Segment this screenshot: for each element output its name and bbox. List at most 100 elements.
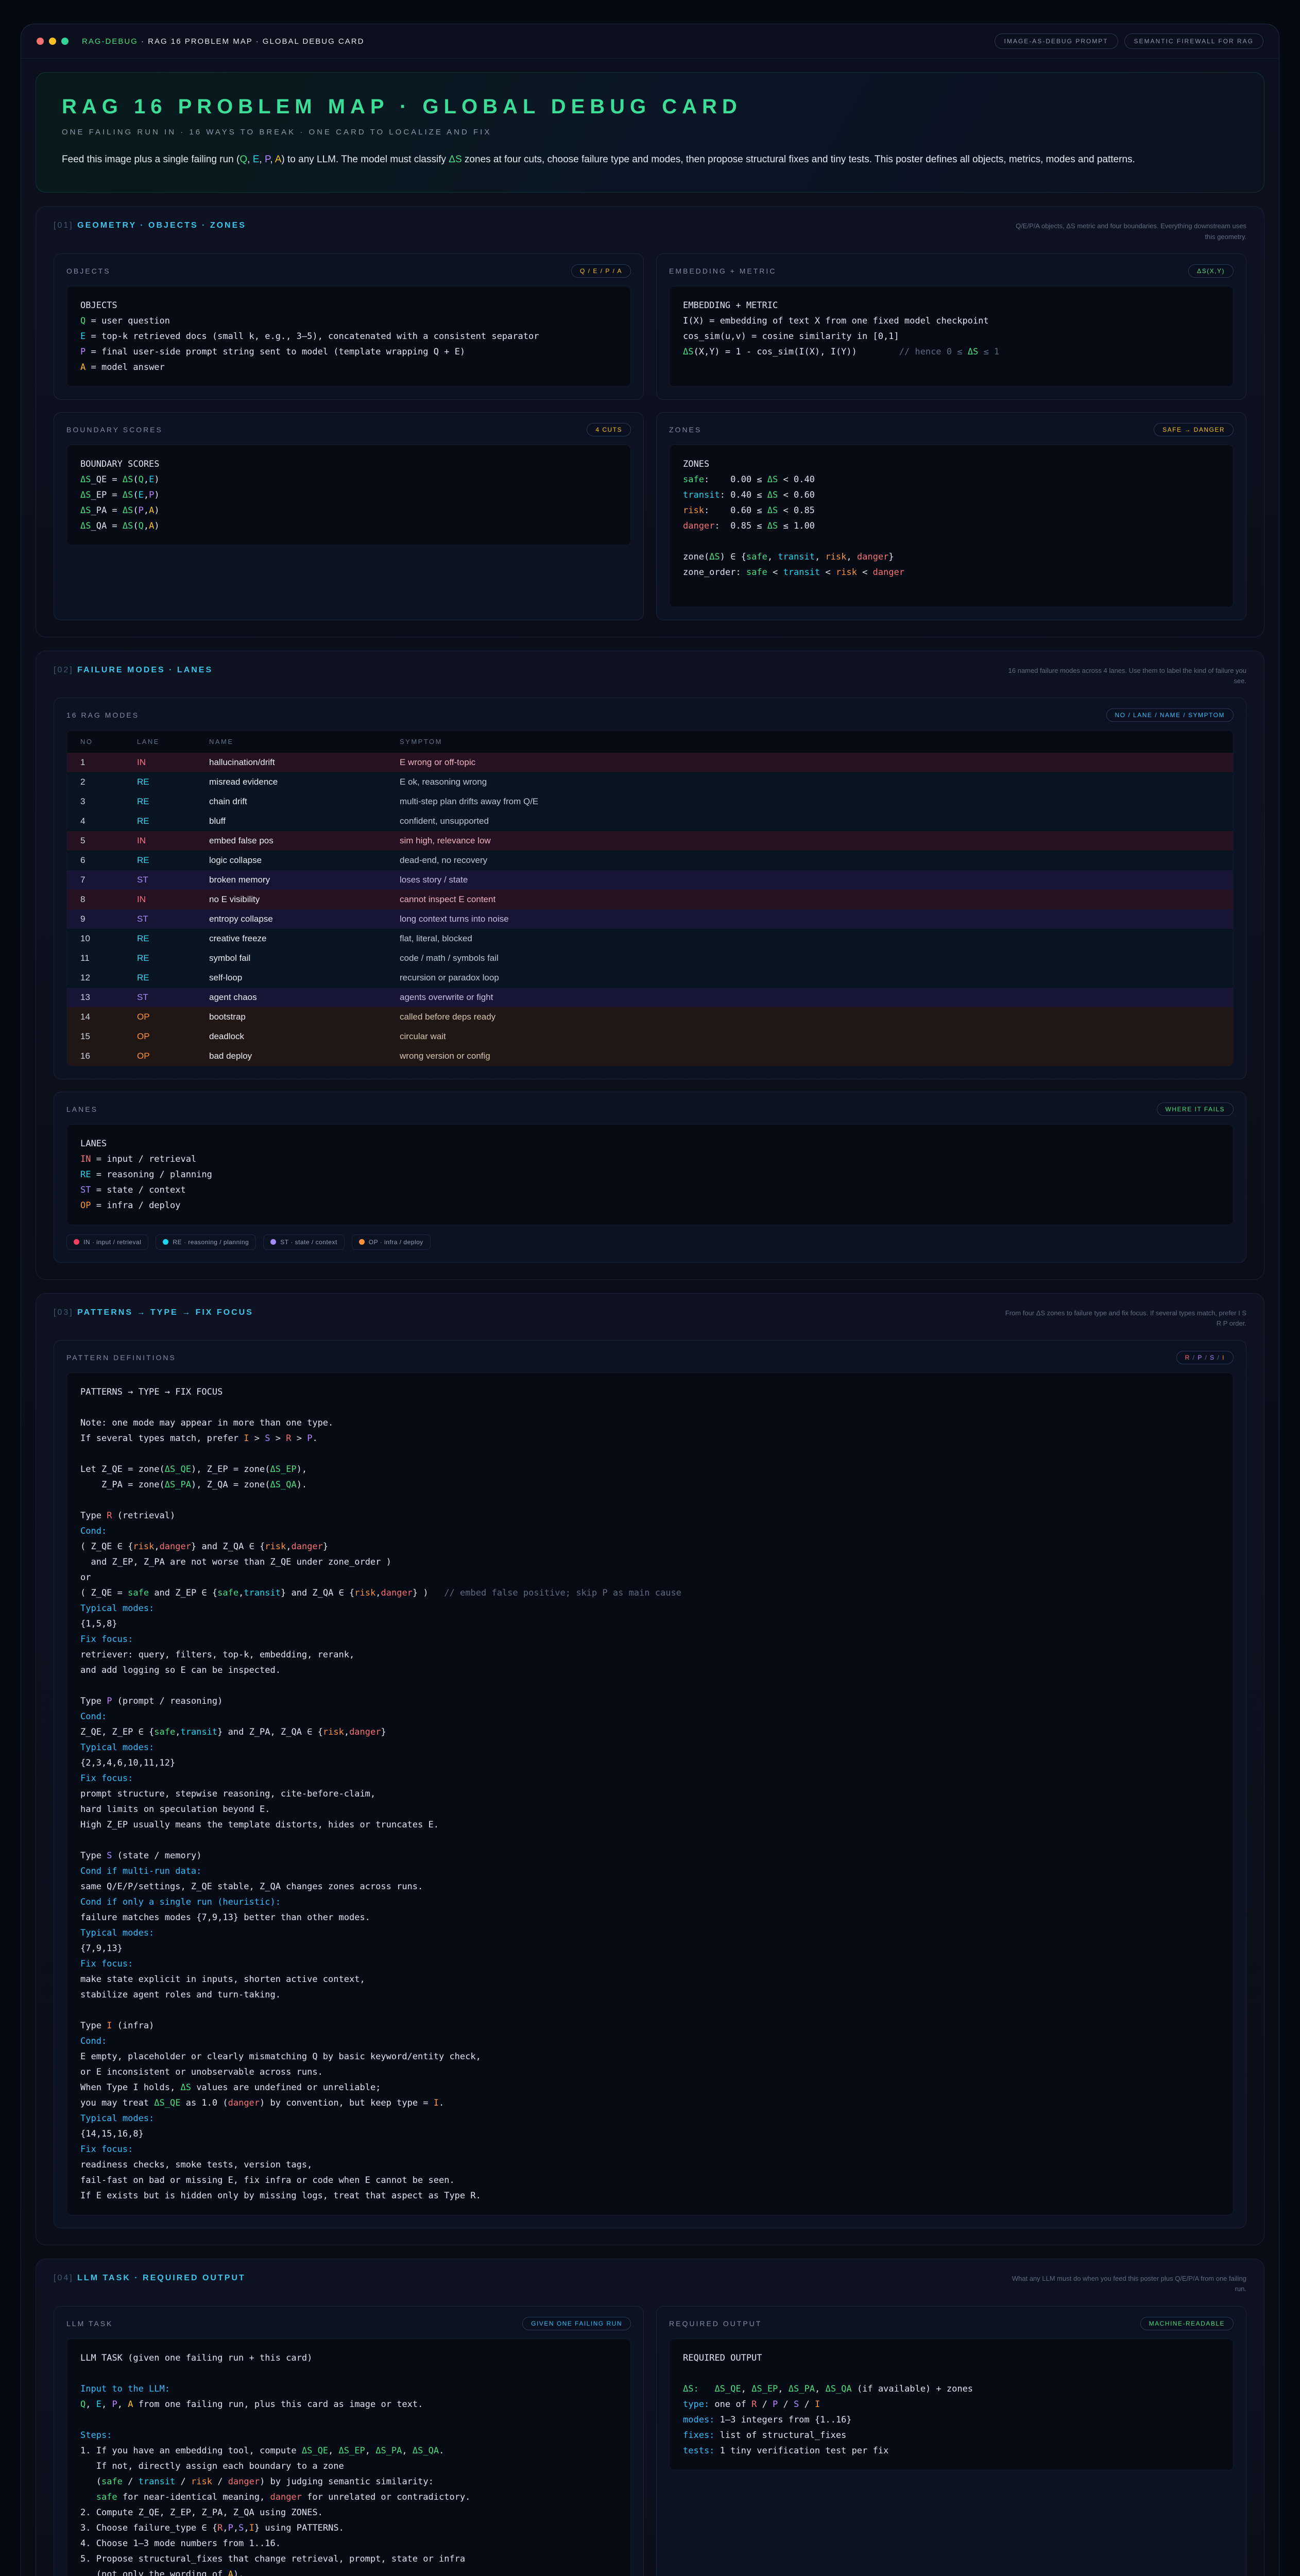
cell-no: 15 bbox=[80, 1031, 137, 1042]
code-line: ΔS_QA = ΔS(Q,A) bbox=[80, 518, 617, 534]
cell-name: bad deploy bbox=[209, 1051, 400, 1061]
code-line: Fix focus: bbox=[80, 1632, 1220, 1647]
code-line: fixes: list of structural_fixes bbox=[683, 2428, 1220, 2443]
code-line bbox=[80, 1446, 1220, 1462]
code-line: readiness checks, smoke tests, version t… bbox=[80, 2157, 1220, 2173]
pill-required-output: MACHINE-READABLE bbox=[1140, 2317, 1234, 2330]
cell-no: 14 bbox=[80, 1012, 137, 1022]
card-boundary-scores: BOUNDARY SCORES 4 CUTS BOUNDARY SCORESΔS… bbox=[54, 412, 644, 620]
table-row: 6RElogic collapsedead-end, no recovery bbox=[67, 851, 1233, 870]
code-line: Cond: bbox=[80, 1709, 1220, 1724]
cell-no: 2 bbox=[80, 777, 137, 787]
code-line: LANES bbox=[80, 1136, 1220, 1151]
code-boundary: BOUNDARY SCORESΔS_QE = ΔS(Q,E)ΔS_EP = ΔS… bbox=[66, 445, 631, 546]
code-line: E empty, placeholder or clearly mismatch… bbox=[80, 2049, 1220, 2064]
column-header-name: NAME bbox=[209, 738, 400, 745]
code-line: modes: 1–3 integers from {1..16} bbox=[683, 2412, 1220, 2428]
table-row: 12REself-looprecursion or paradox loop bbox=[67, 968, 1233, 988]
code-zones: ZONESsafe: 0.00 ≤ ΔS < 0.40transit: 0.40… bbox=[669, 445, 1234, 607]
code-line: retriever: query, filters, top-k, embedd… bbox=[80, 1647, 1220, 1663]
code-line: {1,5,8} bbox=[80, 1616, 1220, 1632]
lane-legend-chip-op: OP · infra / deploy bbox=[352, 1234, 431, 1250]
cell-symptom: called before deps ready bbox=[400, 1012, 1233, 1022]
code-line: I(X) = embedding of text X from one fixe… bbox=[683, 313, 1220, 329]
code-line: type: one of R / P / S / I bbox=[683, 2397, 1220, 2412]
titlebar: RAG-DEBUG · RAG 16 PROBLEM MAP · GLOBAL … bbox=[21, 24, 1279, 59]
pill-zones: SAFE → DANGER bbox=[1154, 423, 1234, 436]
cell-no: 10 bbox=[80, 934, 137, 944]
cell-lane: OP bbox=[137, 1012, 209, 1022]
table-row: 13STagent chaosagents overwrite or fight bbox=[67, 988, 1233, 1007]
zoom-window-button[interactable] bbox=[61, 38, 69, 45]
cell-symptom: dead-end, no recovery bbox=[400, 855, 1233, 866]
hero-panel: RAG 16 PROBLEM MAP · GLOBAL DEBUG CARD O… bbox=[36, 72, 1264, 193]
code-line: Cond if only a single run (heuristic): bbox=[80, 1894, 1220, 1910]
pill-boundary: 4 CUTS bbox=[587, 423, 631, 436]
code-line: failure matches modes {7,9,13} better th… bbox=[80, 1910, 1220, 1925]
close-window-button[interactable] bbox=[37, 38, 44, 45]
cell-name: symbol fail bbox=[209, 953, 400, 963]
cell-symptom: E ok, reasoning wrong bbox=[400, 777, 1233, 787]
code-line: OP = infra / deploy bbox=[80, 1198, 1220, 1213]
code-line: When Type I holds, ΔS values are undefin… bbox=[80, 2080, 1220, 2095]
code-line bbox=[80, 2412, 617, 2428]
code-line: zone(ΔS) ∈ {safe, transit, risk, danger} bbox=[683, 549, 1220, 565]
cell-symptom: E wrong or off-topic bbox=[400, 757, 1233, 768]
pill-rag-modes: NO / LANE / NAME / SYMPTOM bbox=[1106, 708, 1234, 722]
cell-symptom: multi-step plan drifts away from Q/E bbox=[400, 796, 1233, 807]
code-line bbox=[683, 2366, 1220, 2381]
code-line: Typical modes: bbox=[80, 2111, 1220, 2126]
code-line: cos_sim(u,v) = cosine similarity in [0,1… bbox=[683, 329, 1220, 344]
cell-lane: RE bbox=[137, 855, 209, 866]
section-title-failure-modes: [02] FAILURE MODES · LANES bbox=[54, 666, 213, 675]
cell-lane: OP bbox=[137, 1031, 209, 1042]
code-line: (safe / transit / risk / danger) by judg… bbox=[80, 2474, 617, 2489]
cell-lane: RE bbox=[137, 777, 209, 787]
modes-table-header: NO LANE NAME SYMPTOM bbox=[67, 731, 1233, 753]
page-lead: Feed this image plus a single failing ru… bbox=[62, 152, 1238, 167]
code-line: and Z_EP, Z_PA are not worse than Z_QE u… bbox=[80, 1554, 1220, 1570]
card-label-patterns: PATTERN DEFINITIONS bbox=[66, 1353, 176, 1362]
code-line: EMBEDDING + METRIC bbox=[683, 298, 1220, 313]
cell-name: chain drift bbox=[209, 796, 400, 807]
code-line: hard limits on speculation beyond E. bbox=[80, 1802, 1220, 1817]
cell-name: entropy collapse bbox=[209, 914, 400, 924]
code-line: (not only the wording of A). bbox=[80, 2567, 617, 2576]
table-row: 10REcreative freezeflat, literal, blocke… bbox=[67, 929, 1233, 948]
code-line: Cond if multi-run data: bbox=[80, 1863, 1220, 1879]
card-label-llm-task: LLM TASK bbox=[66, 2319, 113, 2328]
cell-symptom: confident, unsupported bbox=[400, 816, 1233, 826]
section-failure-modes: [02] FAILURE MODES · LANES 16 named fail… bbox=[36, 651, 1264, 1280]
code-line: If several types match, prefer I > S > R… bbox=[80, 1431, 1220, 1446]
card-label-metric: EMBEDDING + METRIC bbox=[669, 267, 776, 275]
table-row: 11REsymbol failcode / math / symbols fai… bbox=[67, 948, 1233, 968]
card-required-output: REQUIRED OUTPUT MACHINE-READABLE REQUIRE… bbox=[656, 2306, 1246, 2576]
code-line: BOUNDARY SCORES bbox=[80, 456, 617, 472]
lane-legend-label: OP · infra / deploy bbox=[369, 1239, 423, 1246]
code-line bbox=[80, 1833, 1220, 1848]
cell-name: logic collapse bbox=[209, 855, 400, 866]
code-line: tests: 1 tiny verification test per fix bbox=[683, 2443, 1220, 2459]
cell-no: 1 bbox=[80, 757, 137, 768]
minimize-window-button[interactable] bbox=[49, 38, 56, 45]
lane-legend-label: RE · reasoning / planning bbox=[173, 1239, 249, 1246]
code-line: ΔS(X,Y) = 1 - cos_sim(I(X), I(Y)) // hen… bbox=[683, 344, 1220, 360]
table-row: 8INno E visibilitycannot inspect E conte… bbox=[67, 890, 1233, 909]
cell-no: 9 bbox=[80, 914, 137, 924]
code-line: ( Z_QE ∈ {risk,danger} and Z_QA ∈ {risk,… bbox=[80, 1539, 1220, 1554]
pill-patterns: R / P / S / I bbox=[1176, 1351, 1234, 1364]
pill-lanes: WHERE IT FAILS bbox=[1157, 1103, 1234, 1116]
cell-no: 11 bbox=[80, 953, 137, 963]
code-line: High Z_EP usually means the template dis… bbox=[80, 1817, 1220, 1833]
code-line bbox=[80, 1400, 1220, 1415]
code-line: Type I (infra) bbox=[80, 2018, 1220, 2033]
pill-llm-task: GIVEN ONE FAILING RUN bbox=[522, 2317, 631, 2330]
lane-dot-icon bbox=[270, 1239, 276, 1245]
code-line: If E exists but is hidden only by missin… bbox=[80, 2188, 1220, 2204]
code-line: Cond: bbox=[80, 2033, 1220, 2049]
code-line: Steps: bbox=[80, 2428, 617, 2443]
lane-dot-icon bbox=[74, 1239, 79, 1245]
card-rag-modes: 16 RAG MODES NO / LANE / NAME / SYMPTOM … bbox=[54, 698, 1246, 1079]
code-line: 3. Choose failure_type ∈ {R,P,S,I} using… bbox=[80, 2520, 617, 2536]
section-note-geometry: Q/E/P/A objects, ΔS metric and four boun… bbox=[1004, 221, 1246, 242]
